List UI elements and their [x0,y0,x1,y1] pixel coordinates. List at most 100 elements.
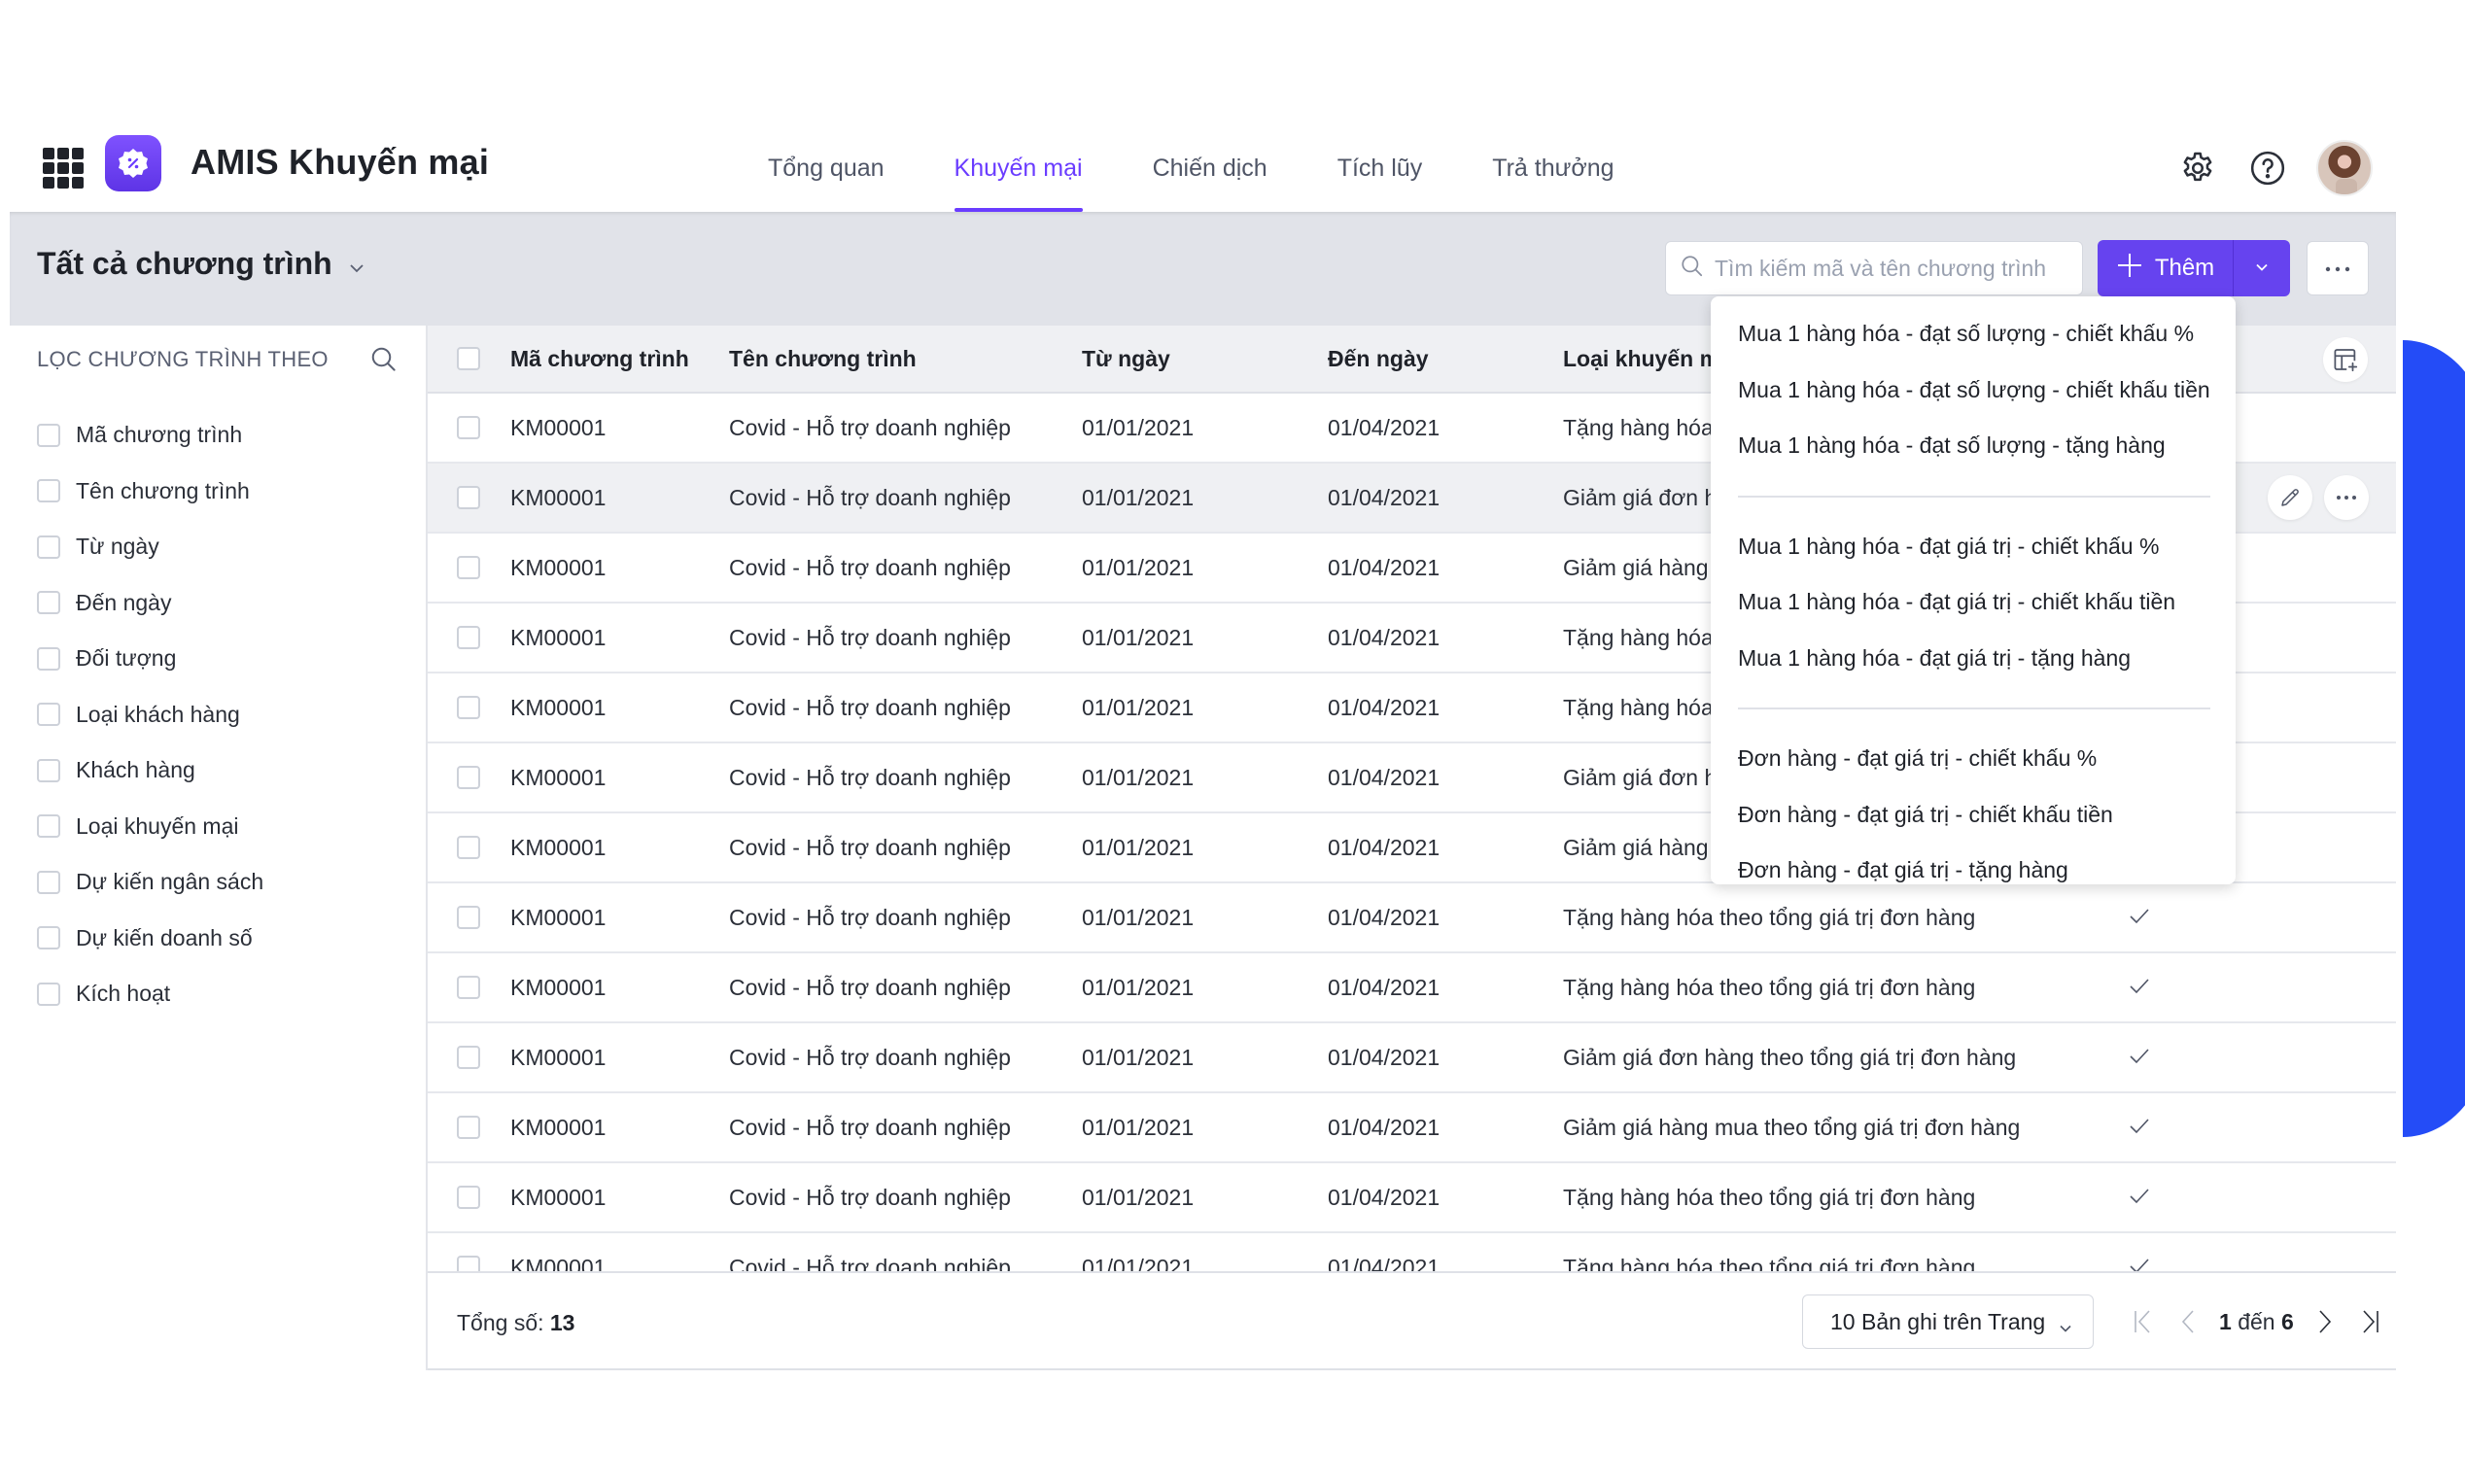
page-separator: đến [2238,1308,2275,1334]
cell-to-date: 01/04/2021 [1328,414,1441,440]
filter-item[interactable]: Từ ngày [37,519,263,575]
filter-checkbox[interactable] [37,646,60,671]
promotion-type-menu-item[interactable]: Mua 1 hàng hóa - đạt giá trị - tặng hàng [1711,631,2236,687]
filter-checkbox[interactable] [37,591,60,615]
nav-tab-loyalty[interactable]: Tích lũy [1337,124,1423,212]
filter-item[interactable]: Loại khuyến mại [37,799,263,855]
row-checkbox[interactable] [457,556,480,579]
add-button[interactable]: Thêm [2098,240,2234,296]
view-title: Tất cả chương trình [37,246,332,281]
row-checkbox[interactable] [457,906,480,929]
next-page-icon[interactable] [2306,1302,2344,1341]
cell-name: Covid - Hỗ trợ doanh nghiệp [729,414,1011,440]
column-settings-icon[interactable] [2323,337,2368,382]
add-dropdown-toggle[interactable] [2234,240,2290,296]
nav-tab-campaigns[interactable]: Chiến dịch [1153,124,1267,212]
cell-from-date: 01/01/2021 [1082,974,1195,1000]
promotion-type-menu-item[interactable]: Đơn hàng - đạt giá trị - chiết khấu tiền [1711,787,2236,844]
table-row[interactable]: KM00001 Covid - Hỗ trợ doanh nghiệp 01/01/… [428,1163,2396,1233]
filter-checkbox[interactable] [37,870,60,894]
filter-item[interactable]: Khách hàng [37,742,263,799]
apps-grid-icon[interactable] [41,146,86,190]
cell-from-date: 01/01/2021 [1082,694,1195,720]
view-selector[interactable]: Tất cả chương trình [37,246,365,282]
chevron-down-icon [2254,259,2270,277]
cell-name: Covid - Hỗ trợ doanh nghiệp [729,554,1011,580]
promotion-type-menu-item[interactable]: Mua 1 hàng hóa - đạt giá trị - chiết khấ… [1711,519,2236,575]
promotion-type-menu-item[interactable]: Đơn hàng - đạt giá trị - tặng hàng [1711,843,2236,899]
gear-icon[interactable] [2176,147,2219,190]
cell-to-date: 01/04/2021 [1328,834,1441,860]
search-input[interactable] [1715,255,2065,282]
row-checkbox[interactable] [457,976,480,999]
active-check-icon [2129,1115,2150,1141]
pagination: 1 đến 6 [2124,1294,2395,1349]
column-header-from-date[interactable]: Từ ngày [1082,346,1170,372]
filter-item[interactable]: Kích hoạt [37,966,263,1022]
cell-code: KM00001 [510,764,607,790]
more-horizontal-icon[interactable] [2324,475,2369,520]
filter-item[interactable]: Đến ngày [37,575,263,632]
row-checkbox[interactable] [457,626,480,649]
row-checkbox[interactable] [457,696,480,719]
cell-from-date: 01/01/2021 [1082,904,1195,930]
cell-name: Covid - Hỗ trợ doanh nghiệp [729,1184,1011,1210]
filter-item[interactable]: Đối tượng [37,631,263,687]
filter-item[interactable]: Dự kiến ngân sách [37,854,263,911]
user-avatar[interactable] [2316,140,2373,196]
filter-item[interactable]: Dự kiến doanh số [37,911,263,967]
row-checkbox[interactable] [457,486,480,509]
nav-tab-rewards[interactable]: Trả thưởng [1492,124,1614,212]
search-icon[interactable] [369,345,399,379]
cell-to-date: 01/04/2021 [1328,624,1441,650]
filter-checkbox[interactable] [37,814,60,839]
filter-checkbox[interactable] [37,535,60,559]
more-options-button[interactable] [2307,241,2369,295]
previous-page-icon[interactable] [2169,1302,2207,1341]
cell-to-date: 01/04/2021 [1328,1184,1441,1210]
decorative-blue-shape [2403,340,2465,1137]
filter-item[interactable]: Tên chương trình [37,464,263,520]
row-checkbox[interactable] [457,766,480,789]
column-header-name[interactable]: Tên chương trình [729,346,917,372]
last-page-icon[interactable] [2350,1302,2389,1341]
promotion-type-menu-item[interactable]: Mua 1 hàng hóa - đạt số lượng - chiết kh… [1711,306,2236,362]
first-page-icon[interactable] [2124,1302,2163,1341]
row-checkbox[interactable] [457,1186,480,1209]
page-size-select[interactable]: 10 Bản ghi trên Trang [1802,1294,2094,1349]
column-header-code[interactable]: Mã chương trình [510,346,689,372]
help-icon[interactable] [2246,147,2289,190]
chevron-down-icon [2058,1313,2073,1339]
nav-tab-overview[interactable]: Tổng quan [768,124,885,212]
row-checkbox[interactable] [457,836,480,859]
edit-pencil-icon[interactable] [2268,475,2312,520]
filter-checkbox[interactable] [37,758,60,782]
promotion-type-menu-item[interactable]: Mua 1 hàng hóa - đạt số lượng - chiết kh… [1711,362,2236,419]
table-row[interactable]: KM00001 Covid - Hỗ trợ doanh nghiệp 01/01/… [428,1233,2396,1273]
cell-code: KM00001 [510,1044,607,1070]
nav-tab-promotions[interactable]: Khuyến mại [954,124,1083,212]
filter-checkbox[interactable] [37,982,60,1006]
table-row[interactable]: KM00001 Covid - Hỗ trợ doanh nghiệp 01/01/… [428,1023,2396,1093]
column-header-to-date[interactable]: Đến ngày [1328,346,1429,372]
table-row[interactable]: KM00001 Covid - Hỗ trợ doanh nghiệp 01/01/… [428,953,2396,1023]
row-checkbox[interactable] [457,1116,480,1139]
cell-from-date: 01/01/2021 [1082,834,1195,860]
menu-divider [1738,495,2210,498]
row-checkbox[interactable] [457,416,480,439]
filter-checkbox[interactable] [37,926,60,950]
filter-checkbox[interactable] [37,423,60,447]
cell-name: Covid - Hỗ trợ doanh nghiệp [729,904,1011,930]
filter-item[interactable]: Mã chương trình [37,407,263,464]
promotion-type-menu-item[interactable]: Đơn hàng - đạt giá trị - chiết khấu % [1711,731,2236,787]
filter-checkbox[interactable] [37,479,60,503]
table-row[interactable]: KM00001 Covid - Hỗ trợ doanh nghiệp 01/01/… [428,1093,2396,1163]
row-checkbox[interactable] [457,1046,480,1069]
total-value: 13 [549,1310,575,1335]
promotion-type-menu-item[interactable]: Mua 1 hàng hóa - đạt giá trị - chiết khấ… [1711,574,2236,631]
promotion-type-menu-item[interactable]: Mua 1 hàng hóa - đạt số lượng - tặng hàn… [1711,418,2236,474]
cell-code: KM00001 [510,414,607,440]
select-all-checkbox[interactable] [457,347,480,370]
filter-checkbox[interactable] [37,703,60,727]
filter-item[interactable]: Loại khách hàng [37,687,263,743]
